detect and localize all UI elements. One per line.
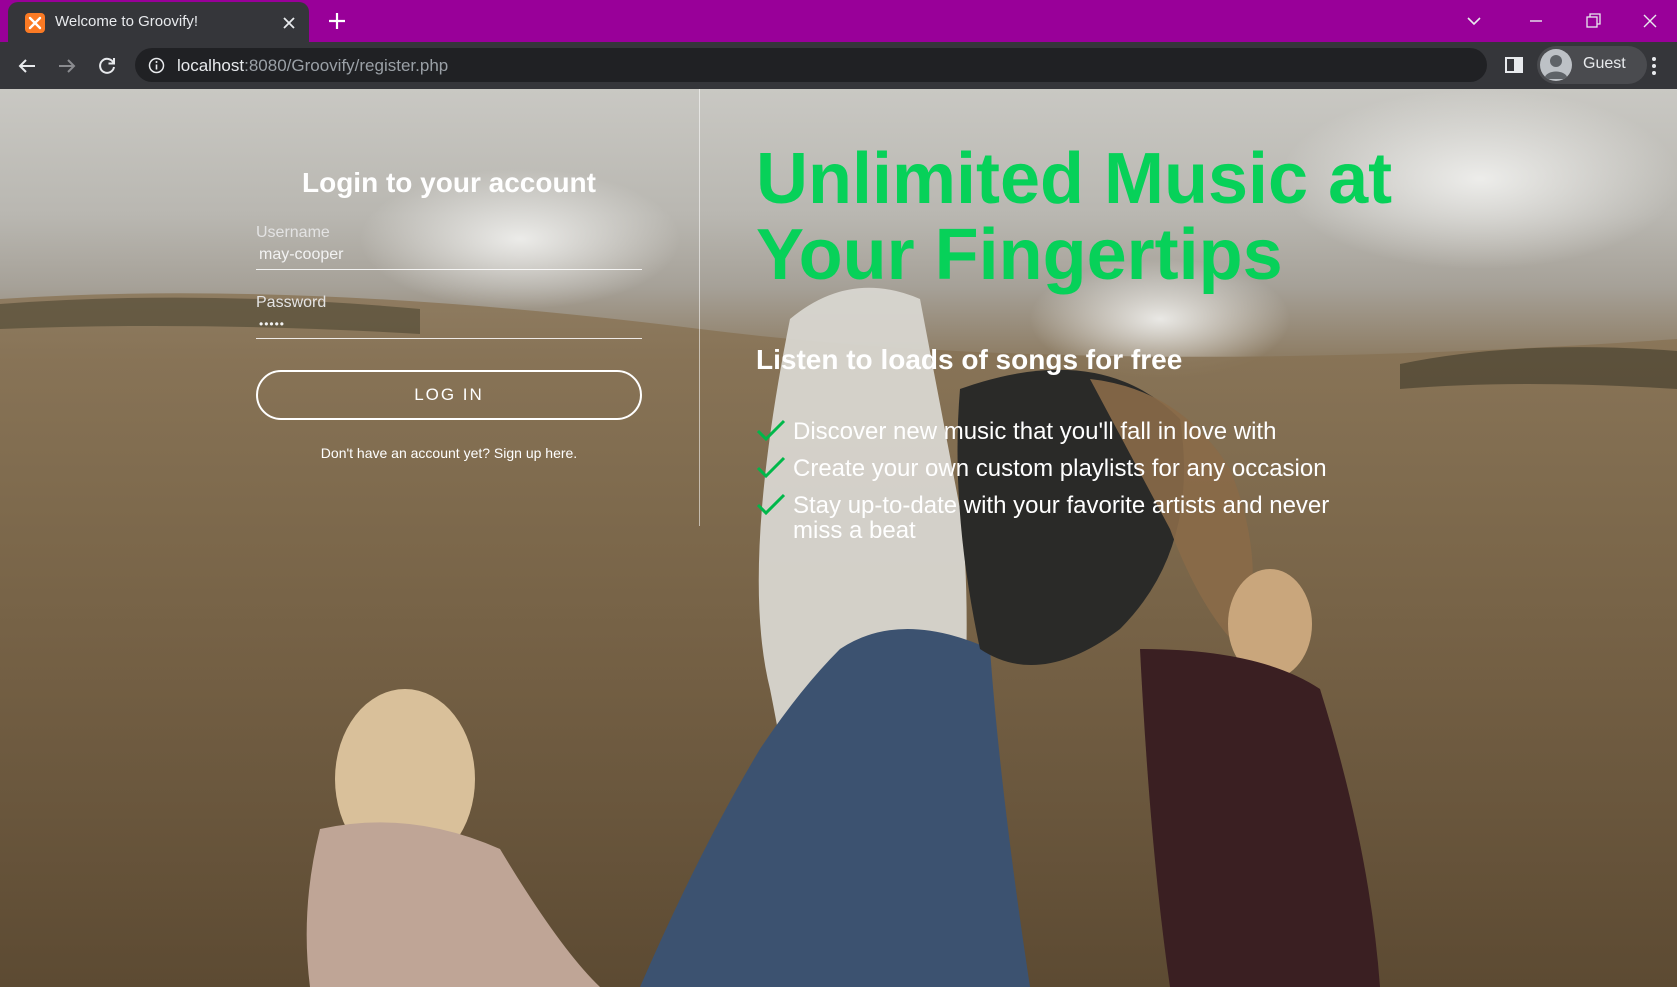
- check-icon: [756, 419, 786, 442]
- panel-divider: [699, 89, 700, 526]
- url-path: :8080/Groovify/register.php: [244, 56, 449, 75]
- browser-tab[interactable]: Welcome to Groovify!: [8, 2, 309, 42]
- feature-text: Stay up-to-date with your favorite artis…: [793, 492, 1330, 544]
- profile-label: Guest: [1583, 55, 1626, 72]
- url-host: localhost: [177, 56, 245, 75]
- minimize-icon[interactable]: [1524, 9, 1548, 33]
- signup-link[interactable]: Don't have an account yet? Sign up here.: [256, 445, 642, 461]
- restore-window-icon[interactable]: [1581, 9, 1605, 33]
- url-text: localhost:8080/Groovify/register.php: [177, 56, 448, 76]
- login-button[interactable]: LOG IN: [256, 370, 642, 420]
- login-title: Login to your account: [302, 167, 596, 198]
- kebab-menu-icon[interactable]: [1643, 54, 1665, 78]
- close-tab-icon[interactable]: [280, 14, 298, 32]
- username-label: Username: [256, 224, 330, 241]
- site-info-icon[interactable]: [148, 57, 165, 74]
- avatar-icon: [1540, 49, 1572, 81]
- close-window-icon[interactable]: [1638, 9, 1662, 33]
- tab-strip: Welcome to Groovify!: [0, 0, 1677, 42]
- password-input[interactable]: [256, 313, 642, 339]
- side-panel-icon[interactable]: [1503, 54, 1525, 76]
- forward-arrow-icon[interactable]: [55, 54, 79, 78]
- feature-text: Create your own custom playlists for any…: [793, 455, 1327, 482]
- feature-text: Discover new music that you'll fall in l…: [793, 418, 1277, 445]
- profile-button[interactable]: Guest: [1537, 46, 1647, 84]
- username-input[interactable]: [256, 244, 642, 270]
- feature-item: Discover new music that you'll fall in l…: [756, 419, 1366, 444]
- check-icon: [756, 493, 786, 516]
- new-tab-plus-icon[interactable]: [326, 10, 348, 32]
- xampp-favicon-icon: [25, 13, 45, 33]
- tab-title: Welcome to Groovify!: [55, 13, 199, 30]
- browser-toolbar: localhost:8080/Groovify/register.php Gue…: [0, 42, 1677, 89]
- reload-icon[interactable]: [95, 54, 119, 78]
- tab-search-chevron-icon[interactable]: [1462, 9, 1486, 33]
- feature-item: Stay up-to-date with your favorite artis…: [756, 493, 1366, 543]
- hero-subtitle: Listen to loads of songs for free: [756, 344, 1183, 375]
- password-label: Password: [256, 294, 327, 311]
- back-arrow-icon[interactable]: [15, 54, 39, 78]
- address-bar[interactable]: localhost:8080/Groovify/register.php: [135, 48, 1487, 82]
- feature-item: Create your own custom playlists for any…: [756, 456, 1366, 481]
- hero-title: Unlimited Music at Your Fingertips: [756, 139, 1393, 295]
- page-content: Login to your account Username Password …: [0, 89, 1677, 987]
- check-icon: [756, 456, 786, 479]
- feature-list: Discover new music that you'll fall in l…: [756, 419, 1366, 555]
